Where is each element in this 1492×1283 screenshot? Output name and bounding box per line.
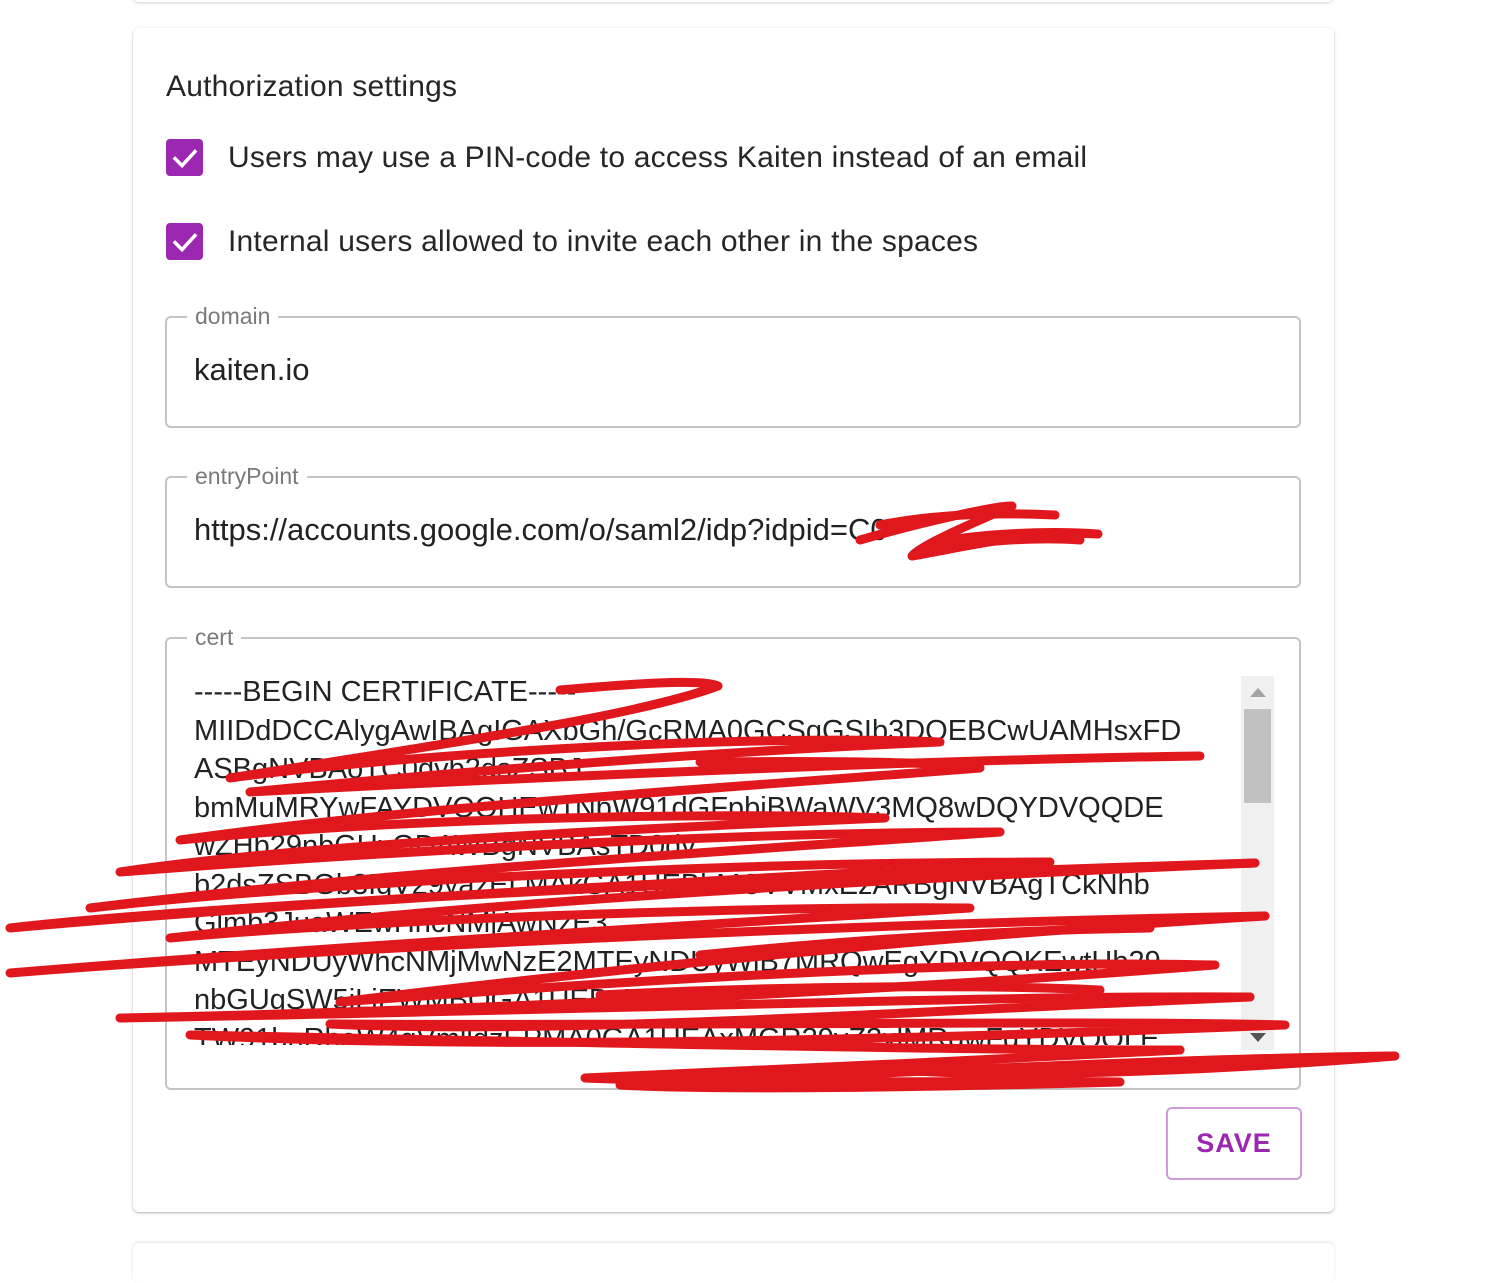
arrow-up-icon[interactable] <box>1241 680 1274 704</box>
pin-code-option[interactable]: Users may use a PIN-code to access Kaite… <box>166 139 1087 176</box>
next-card <box>133 1243 1334 1283</box>
cert-scrollbar[interactable] <box>1241 676 1274 1050</box>
scroll-thumb[interactable] <box>1244 709 1271 803</box>
invite-checkbox[interactable] <box>166 223 203 260</box>
save-button[interactable]: SAVE <box>1166 1107 1302 1180</box>
authorization-settings-card: Authorization settings Users may use a P… <box>133 28 1334 1212</box>
check-icon <box>172 148 197 168</box>
cert-field[interactable]: cert -----BEGIN CERTIFICATE----- MIIDdDC… <box>165 621 1301 1090</box>
section-title: Authorization settings <box>166 70 458 103</box>
entry-point-label: entryPoint <box>187 460 307 492</box>
cert-textarea[interactable]: -----BEGIN CERTIFICATE----- MIIDdDCCAlyg… <box>194 673 1244 1045</box>
pin-code-label: Users may use a PIN-code to access Kaite… <box>228 140 1088 174</box>
previous-card <box>133 0 1333 2</box>
cert-label: cert <box>187 621 242 653</box>
entry-point-field[interactable]: entryPoint https://accounts.google.com/o… <box>165 460 1301 588</box>
domain-label: domain <box>187 300 279 332</box>
invite-label: Internal users allowed to invite each ot… <box>228 224 979 258</box>
check-icon <box>172 232 197 252</box>
domain-field[interactable]: domain kaiten.io <box>165 300 1301 428</box>
invite-option[interactable]: Internal users allowed to invite each ot… <box>166 223 978 260</box>
entry-point-input[interactable]: https://accounts.google.com/o/saml2/idp?… <box>194 512 888 548</box>
pin-code-checkbox[interactable] <box>166 139 203 176</box>
domain-input[interactable]: kaiten.io <box>194 352 309 388</box>
arrow-down-icon[interactable] <box>1241 1026 1274 1050</box>
